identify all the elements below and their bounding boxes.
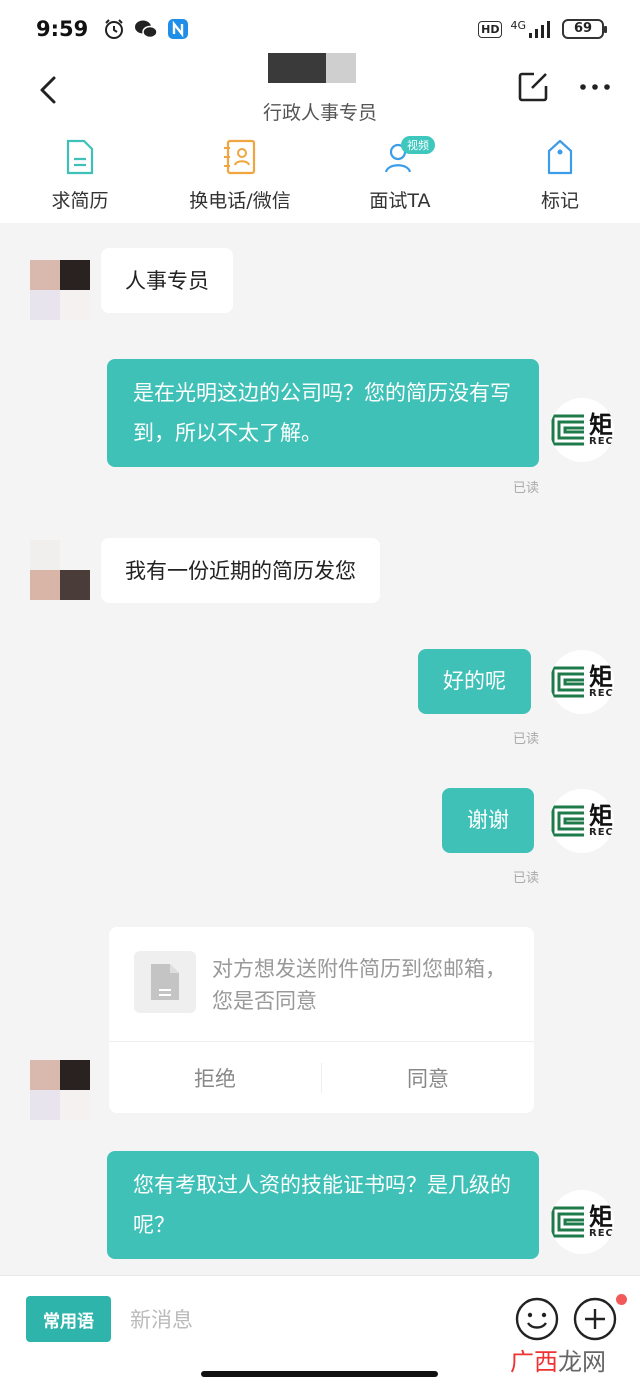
action-exchange-contact[interactable]: 换电话/微信 — [160, 128, 320, 223]
company-logo-icon — [551, 805, 584, 837]
company-logo-icon — [551, 1206, 584, 1238]
contact-avatar[interactable] — [30, 1060, 90, 1120]
action-mark[interactable]: 标记 — [480, 128, 640, 223]
action-request-resume[interactable]: 求简历 — [0, 128, 160, 223]
contact-name-redacted — [268, 53, 356, 83]
logo-sub: REC — [589, 1228, 614, 1239]
network-type: 4G — [510, 19, 526, 32]
battery-indicator: 69 — [562, 19, 607, 39]
logo-sub: REC — [589, 436, 614, 447]
notification-dot — [616, 1294, 627, 1305]
action-label: 换电话/微信 — [189, 190, 291, 212]
resume-request-text: 对方想发送附件简历到您邮箱，您是否同意 — [212, 957, 506, 1013]
watermark-part1: 广西 — [510, 1348, 558, 1376]
video-badge: 视频 — [401, 136, 435, 154]
document-icon — [134, 951, 196, 1013]
message-outgoing: 谢谢 — [442, 788, 534, 853]
reject-button[interactable]: 拒绝 — [109, 1063, 321, 1093]
action-bar: 求简历 换电话/微信 视频 面试TA 标记 — [0, 128, 640, 223]
company-logo-icon — [551, 414, 584, 446]
interview-icon: 视频 — [381, 136, 435, 176]
action-label: 标记 — [540, 190, 579, 212]
resume-icon — [61, 138, 99, 176]
message-outgoing: 是在光明这边的公司吗？您的简历没有写到，所以不太了解。 — [107, 359, 539, 467]
action-interview[interactable]: 视频 面试TA — [320, 128, 480, 223]
watermark: 广西 龙网 — [510, 1342, 606, 1377]
logo-char: 矩 — [589, 1202, 613, 1231]
status-time: 9:59 — [36, 17, 89, 41]
chat-header: 行政人事专员 — [0, 53, 640, 128]
logo-sub: REC — [589, 827, 614, 838]
status-bar: 9:59 HD 4G 69 — [0, 0, 640, 58]
logo-char: 矩 — [589, 410, 613, 439]
logo-char: 矩 — [589, 801, 613, 830]
company-logo-icon — [551, 666, 584, 698]
message-input[interactable]: 新消息 — [130, 1304, 193, 1334]
message-incoming: 人事专员 — [101, 248, 233, 313]
wechat-icon — [134, 17, 158, 41]
logo-char: 矩 — [589, 662, 613, 691]
plus-icon[interactable] — [572, 1296, 618, 1342]
action-label: 求简历 — [51, 190, 109, 212]
edit-icon[interactable] — [516, 70, 550, 104]
emoji-icon[interactable] — [514, 1296, 560, 1342]
read-status: 已读 — [512, 871, 539, 886]
self-avatar[interactable]: 矩 REC — [550, 789, 614, 853]
read-status: 已读 — [512, 732, 539, 747]
message-outgoing: 您有考取过人资的技能证书吗？是几级的呢？ — [107, 1151, 539, 1259]
message-outgoing: 好的呢 — [418, 649, 531, 714]
message-incoming: 我有一份近期的简历发您 — [101, 538, 380, 603]
more-options-icon[interactable] — [578, 72, 612, 102]
hd-indicator: HD — [478, 20, 503, 38]
action-label: 面试TA — [369, 190, 431, 212]
contact-avatar[interactable] — [30, 260, 90, 320]
accept-button[interactable]: 同意 — [322, 1063, 534, 1093]
self-avatar[interactable]: 矩 REC — [550, 1190, 614, 1254]
watermark-part2: 龙网 — [558, 1348, 606, 1376]
logo-sub: REC — [589, 688, 614, 699]
app-n-icon — [166, 17, 190, 41]
tag-icon — [541, 138, 579, 176]
resume-request-card: 对方想发送附件简历到您邮箱，您是否同意 拒绝 同意 — [109, 927, 534, 1113]
contact-avatar[interactable] — [30, 540, 90, 600]
common-phrases-button[interactable]: 常用语 — [26, 1296, 111, 1342]
self-avatar[interactable]: 矩 REC — [550, 398, 614, 462]
alarm-icon — [102, 17, 126, 41]
signal-icon: 4G — [510, 19, 554, 39]
self-avatar[interactable]: 矩 REC — [550, 650, 614, 714]
read-status: 已读 — [512, 481, 539, 496]
contact-card-icon — [221, 138, 259, 176]
